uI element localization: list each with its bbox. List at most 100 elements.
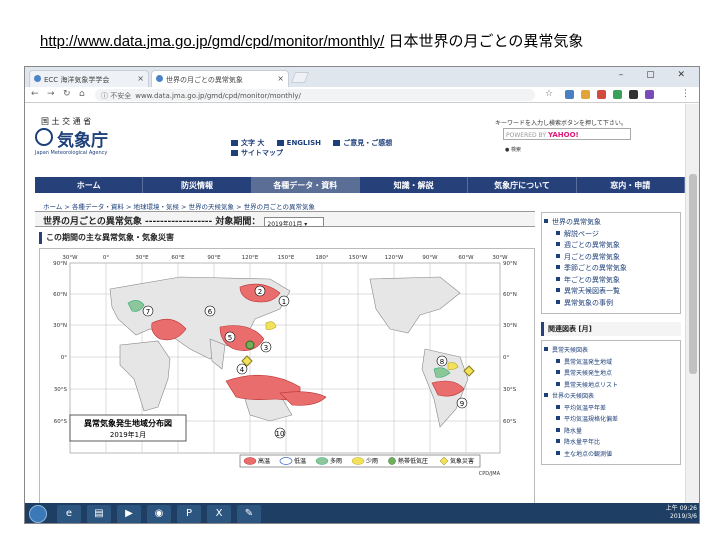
browser-screenshot: ECC 海洋気象学学会 × 世界の月ごとの異常気象 × – ▢ ✕ ← → ↻ ⌂ … bbox=[24, 66, 700, 524]
lon-label: 90°W bbox=[422, 255, 438, 261]
related-item-label: 降水量平年比 bbox=[564, 439, 601, 446]
bullet-icon bbox=[556, 416, 560, 420]
extension-icon[interactable] bbox=[613, 90, 622, 99]
tab-label: ECC 海洋気象学学会 bbox=[44, 76, 110, 84]
period-select[interactable]: 2019年01月 ▾ bbox=[264, 216, 325, 228]
related-item[interactable]: 異常天候図表 bbox=[542, 345, 680, 357]
related-item[interactable]: 降水量平年比 bbox=[542, 437, 680, 449]
sidebar-item[interactable]: 解説ページ bbox=[542, 229, 680, 241]
related-item[interactable]: 主な地点の観測値 bbox=[542, 449, 680, 461]
marker-4: 4 bbox=[240, 366, 245, 374]
lat-labels-right: 90°N 60°N 30°N 0° 30°S 60°S bbox=[503, 261, 517, 425]
system-tray-clock[interactable]: 上午 09:26 2019/3/6 bbox=[666, 505, 697, 521]
sidebar-item-label: 異常気象の事例 bbox=[564, 298, 613, 307]
lat-label: 60°S bbox=[54, 419, 68, 425]
sidebar-item-label: 月ごとの異常気象 bbox=[564, 252, 620, 261]
legend-box: 異常気象発生地域分布図 2019年1月 bbox=[69, 414, 187, 442]
extension-icon[interactable] bbox=[629, 90, 638, 99]
menu-icon[interactable]: ⋮ bbox=[681, 89, 690, 99]
extension-icon[interactable] bbox=[597, 90, 606, 99]
breadcrumb[interactable]: ホーム > 各種データ・資料 > 地球環境・気候 > 世界の天候気象 > 世界の… bbox=[43, 201, 315, 211]
sidebar-item[interactable]: 年ごとの異常気象 bbox=[542, 275, 680, 287]
tab-1[interactable]: ECC 海洋気象学学会 × bbox=[29, 70, 149, 87]
extension-icon[interactable] bbox=[565, 90, 574, 99]
related-item[interactable]: 平均気温規格化偏差 bbox=[542, 414, 680, 426]
sidebar-item[interactable]: 異常気象の事例 bbox=[542, 298, 680, 310]
extension-icon[interactable] bbox=[645, 90, 654, 99]
related-item[interactable]: 異常気温発生地域 bbox=[542, 357, 680, 369]
url-field[interactable]: ⓘ 不安全 www.data.jma.go.jp/gmd/cpd/monitor/… bbox=[95, 89, 535, 101]
taskbar-app-media[interactable]: ▶ bbox=[117, 505, 141, 523]
related-item-label: 異常天候図表 bbox=[552, 347, 589, 354]
star-icon[interactable]: ☆ bbox=[545, 89, 553, 99]
nav-data[interactable]: 各種データ・資料 bbox=[251, 177, 360, 193]
legend-items: 高温 低温 多雨 少雨 熱帯低気圧 気象災害 bbox=[239, 454, 481, 468]
related-item[interactable]: 世界の天候図表 bbox=[542, 391, 680, 403]
jma-logo[interactable]: 気象庁 Japan Meteorological Agency bbox=[35, 126, 145, 156]
search-input[interactable]: POWERED BY YAHOO! bbox=[503, 128, 631, 140]
home-icon[interactable]: ⌂ bbox=[79, 89, 85, 99]
new-tab-button[interactable] bbox=[290, 72, 310, 83]
related-item[interactable]: 平均気温平年差 bbox=[542, 403, 680, 415]
lat-label: 60°N bbox=[53, 292, 67, 298]
extension-icon[interactable] bbox=[581, 90, 590, 99]
sidebar-item[interactable]: 世界の異常気象 bbox=[542, 217, 680, 229]
legend-month: 2019年1月 bbox=[110, 430, 146, 439]
nav-home[interactable]: ホーム bbox=[35, 177, 144, 193]
bullet-icon bbox=[556, 265, 560, 269]
nav-disaster-info[interactable]: 防災情報 bbox=[143, 177, 252, 193]
global-nav: ホーム 防災情報 各種データ・資料 知識・解説 気象庁について 窓内・申請 bbox=[35, 177, 685, 193]
sidebar-item[interactable]: 週ごとの異常気象 bbox=[542, 240, 680, 252]
related-item[interactable]: 降水量 bbox=[542, 426, 680, 438]
nav-application[interactable]: 窓内・申請 bbox=[577, 177, 685, 193]
taskbar-app-chrome[interactable]: ◉ bbox=[147, 505, 171, 523]
region-high-temp bbox=[279, 391, 327, 406]
back-icon[interactable]: ← bbox=[31, 89, 39, 99]
page-scrollbar[interactable] bbox=[685, 104, 699, 510]
caption-url-link[interactable]: http://www.data.jma.go.jp/gmd/cpd/monito… bbox=[40, 33, 384, 50]
clock-date: 2019/3/6 bbox=[670, 513, 697, 520]
scrollbar-thumb[interactable] bbox=[689, 174, 697, 374]
window-controls[interactable]: – ▢ ✕ bbox=[619, 70, 695, 80]
close-icon[interactable]: × bbox=[277, 74, 284, 83]
lon-label: 120°E bbox=[242, 255, 259, 261]
sidebar-item-label: 年ごとの異常気象 bbox=[564, 275, 620, 284]
tab-2[interactable]: 世界の月ごとの異常気象 × bbox=[151, 70, 289, 87]
lon-label: 150°E bbox=[278, 255, 295, 261]
related-item-label: 平均気温平年差 bbox=[564, 404, 607, 412]
bullet-icon bbox=[556, 253, 560, 258]
nav-knowledge[interactable]: 知識・解説 bbox=[360, 177, 469, 193]
taskbar-app-explorer[interactable]: ▤ bbox=[87, 505, 111, 523]
related-item[interactable]: 異常天候発生地点 bbox=[542, 368, 680, 380]
feedback-link[interactable]: ご意見・ご感想 bbox=[333, 139, 392, 147]
nav-about[interactable]: 気象庁について bbox=[468, 177, 577, 193]
sidebar: 世界の異常気象 解説ページ 週ごとの異常気象 月ごとの異常気象 季節ごとの異常気… bbox=[541, 212, 681, 512]
sidebar-item-label: 異常天候図表一覧 bbox=[564, 287, 620, 295]
sidebar-item[interactable]: 異常天候図表一覧 bbox=[542, 286, 680, 298]
forward-icon[interactable]: → bbox=[47, 89, 55, 99]
security-warning: ⓘ 不安全 bbox=[101, 92, 132, 100]
related-item-label: 異常天候発生地点 bbox=[564, 370, 613, 377]
marker-8: 8 bbox=[440, 358, 444, 366]
taskbar-app-ie[interactable]: e bbox=[57, 505, 81, 523]
sidebar-item[interactable]: 月ごとの異常気象 bbox=[542, 252, 680, 264]
reload-icon[interactable]: ↻ bbox=[63, 89, 71, 99]
taskbar-app-powerpoint[interactable]: P bbox=[177, 505, 201, 523]
link-label: サイトマップ bbox=[241, 149, 283, 157]
close-icon[interactable]: × bbox=[137, 74, 144, 83]
yahoo-logo: YAHOO! bbox=[547, 131, 579, 139]
taskbar-app-excel[interactable]: X bbox=[207, 505, 231, 523]
font-size-link[interactable]: 文字 大 bbox=[231, 139, 264, 147]
taskbar-app-paint[interactable]: ✎ bbox=[237, 505, 261, 523]
sidebar-item[interactable]: 季節ごとの異常気象 bbox=[542, 263, 680, 275]
start-button[interactable] bbox=[29, 505, 47, 523]
caption: http://www.data.jma.go.jp/gmd/cpd/monito… bbox=[40, 30, 583, 51]
lat-label: 0° bbox=[61, 355, 67, 361]
marker-1: 1 bbox=[282, 298, 286, 306]
bullet-icon bbox=[556, 404, 560, 409]
related-item[interactable]: 異常天候地点リスト bbox=[542, 380, 680, 392]
search-option[interactable]: ● 検索 bbox=[505, 146, 521, 153]
sitemap-link[interactable]: サイトマップ bbox=[231, 149, 283, 157]
english-link[interactable]: ENGLISH bbox=[276, 139, 321, 147]
lon-labels: 30°W 0° 30°E 60°E 90°E 120°E 150°E 180° … bbox=[62, 255, 508, 261]
